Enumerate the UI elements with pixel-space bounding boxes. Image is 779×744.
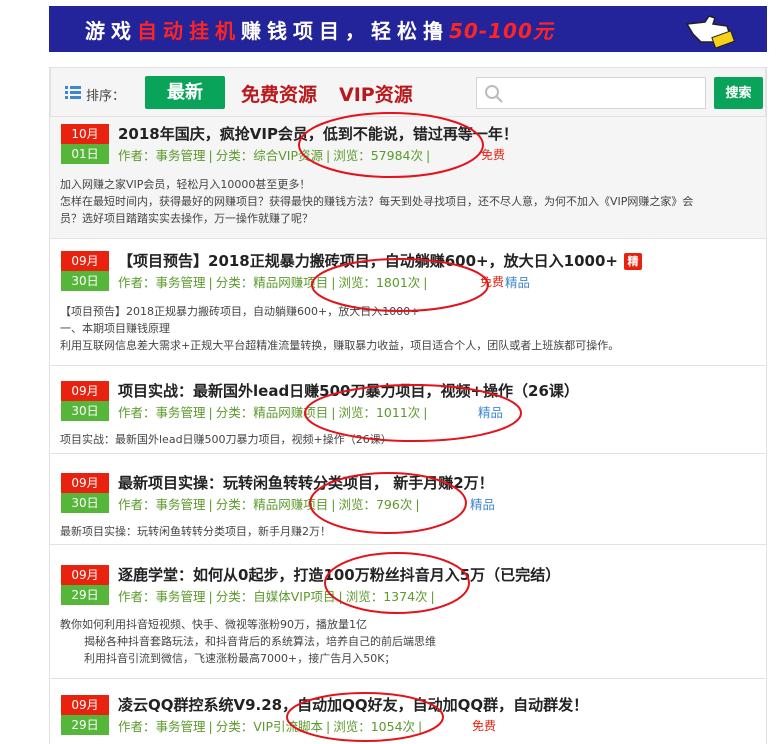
top-banner-ad[interactable]: 游戏自动挂机赚钱项目，轻松撸50-100元 (49, 6, 767, 52)
date-day: 30日 (61, 271, 109, 291)
date-month: 09月 (61, 565, 109, 585)
article-item: 09月 30日 最新项目实操：玩转闲鱼转转分类项目， 新手月赚2万！ 作者：事务… (50, 454, 766, 545)
article-meta: 作者：事务管理 | 分类：精品网赚项目 | 浏览：1011次 | (118, 405, 428, 420)
tab-free-resources[interactable]: 免费资源 (241, 80, 317, 107)
article-category[interactable]: 分类：综合VIP资源 (216, 148, 323, 163)
article-views: 浏览：1011次 (338, 405, 421, 420)
article-category[interactable]: 分类：精品网赚项目 (216, 405, 329, 420)
date-day: 29日 (61, 585, 109, 605)
date-day: 29日 (61, 715, 109, 735)
article-item: 09月 30日 项目实战：最新国外lead日赚500刀暴力项目，视频+操作（26… (50, 366, 766, 454)
article-author[interactable]: 作者：事务管理 (118, 589, 206, 604)
article-author[interactable]: 作者：事务管理 (118, 497, 206, 512)
article-title[interactable]: 最新项目实操：玩转闲鱼转转分类项目， 新手月赚2万！ (118, 472, 494, 493)
free-tag: 免费 (480, 275, 505, 289)
article-views: 浏览：1374次 (345, 589, 428, 604)
sort-toolbar: 排序： 最新 免费资源 VIP资源 搜索 (50, 67, 766, 117)
article-item: 09月 29日 逐鹿学堂：如何从0起步，打造100万粉丝抖音月入5万（已完结） … (50, 545, 766, 679)
article-title[interactable]: 【项目预告】2018正规暴力搬砖项目，自动躺赚600+，放大日入1000+ 精 (118, 250, 642, 271)
list-icon (65, 86, 81, 99)
date-month: 10月 (61, 124, 109, 144)
article-item: 10月 01日 2018年国庆，疯抢VIP会员，低到不能说，错过再等一年！ 作者… (50, 117, 766, 239)
article-summary: 加入网赚之家VIP会员，轻松月入10000甚至更多！ 怎样在最短时间内，获得最好… (60, 178, 694, 225)
article-category[interactable]: 分类：自媒体VIP项目 (216, 589, 336, 604)
article-item: 09月 29日 凌云QQ群控系统V9.28，自动加QQ好友，自动加QQ群，自动群… (50, 679, 766, 744)
article-summary: 最新项目实操：玩转闲鱼转转分类项目，新手月赚2万！ (60, 525, 331, 538)
sort-label: 排序： (86, 89, 126, 104)
article-views: 浏览：57984次 (333, 148, 423, 163)
date-day: 30日 (61, 493, 109, 513)
search-input[interactable] (509, 80, 699, 106)
article-category[interactable]: 分类：VIP引流脚本 (216, 719, 323, 734)
date-month: 09月 (61, 251, 109, 271)
article-summary: 【项目预告】2018正规暴力搬砖项目，自动躺赚600+，放大日入1000+ 一、… (60, 305, 620, 352)
article-author[interactable]: 作者：事务管理 (118, 405, 206, 420)
article-meta: 作者：事务管理 | 分类：综合VIP资源 | 浏览：57984次 | (118, 148, 431, 163)
article-title[interactable]: 凌云QQ群控系统V9.28，自动加QQ好友，自动加QQ群，自动群发！ (118, 694, 588, 715)
banner-text: 游戏自动挂机赚钱项目，轻松撸50-100元 (85, 19, 554, 43)
tab-newest[interactable]: 最新 (145, 76, 225, 109)
free-tag: 免费 (472, 719, 497, 733)
article-views: 浏览：1801次 (338, 275, 421, 290)
free-tag: 免费 (481, 148, 506, 162)
article-author[interactable]: 作者：事务管理 (118, 148, 206, 163)
article-title[interactable]: 2018年国庆，疯抢VIP会员，低到不能说，错过再等一年！ (118, 123, 518, 144)
article-meta: 作者：事务管理 | 分类：VIP引流脚本 | 浏览：1054次 | (118, 719, 423, 734)
article-meta: 作者：事务管理 | 分类：精品网赚项目 | 浏览：796次 | (118, 497, 420, 512)
article-item: 09月 30日 【项目预告】2018正规暴力搬砖项目，自动躺赚600+，放大日入… (50, 239, 766, 366)
article-summary: 项目实战：最新国外lead日赚500刀暴力项目，视频+操作（26课） (60, 433, 392, 446)
pointing-hand-icon (685, 15, 736, 48)
article-category[interactable]: 分类：精品网赚项目 (216, 497, 329, 512)
premium-tag: 精品 (505, 275, 531, 290)
date-month: 09月 (61, 695, 109, 715)
search-button[interactable]: 搜索 (714, 77, 763, 109)
search-box (476, 77, 706, 109)
article-title[interactable]: 项目实战：最新国外lead日赚500刀暴力项目，视频+操作（26课） (118, 380, 579, 401)
article-summary: 教你如何利用抖音短视频、快手、微视等涨粉90万，播放量1亿 揭秘各种抖音套路玩法… (60, 618, 436, 665)
date-month: 09月 (61, 473, 109, 493)
date-month: 09月 (61, 381, 109, 401)
tab-vip-resources[interactable]: VIP资源 (339, 80, 413, 107)
article-list-panel: 排序： 最新 免费资源 VIP资源 搜索 10月 01日 2018年国庆，疯抢V… (49, 67, 767, 744)
date-day: 01日 (61, 144, 109, 164)
premium-tag: 精品 (478, 405, 504, 420)
article-author[interactable]: 作者：事务管理 (118, 275, 206, 290)
search-icon (485, 85, 503, 103)
article-author[interactable]: 作者：事务管理 (118, 719, 206, 734)
featured-badge: 精 (623, 253, 642, 270)
date-day: 30日 (61, 401, 109, 421)
article-category[interactable]: 分类：精品网赚项目 (216, 275, 329, 290)
premium-tag: 精品 (470, 497, 496, 512)
article-views: 浏览：796次 (338, 497, 413, 512)
article-meta: 作者：事务管理 | 分类：自媒体VIP项目 | 浏览：1374次 | (118, 589, 435, 604)
article-title[interactable]: 逐鹿学堂：如何从0起步，打造100万粉丝抖音月入5万（已完结） (118, 564, 560, 585)
article-meta: 作者：事务管理 | 分类：精品网赚项目 | 浏览：1801次 | (118, 275, 428, 290)
article-views: 浏览：1054次 (333, 719, 416, 734)
